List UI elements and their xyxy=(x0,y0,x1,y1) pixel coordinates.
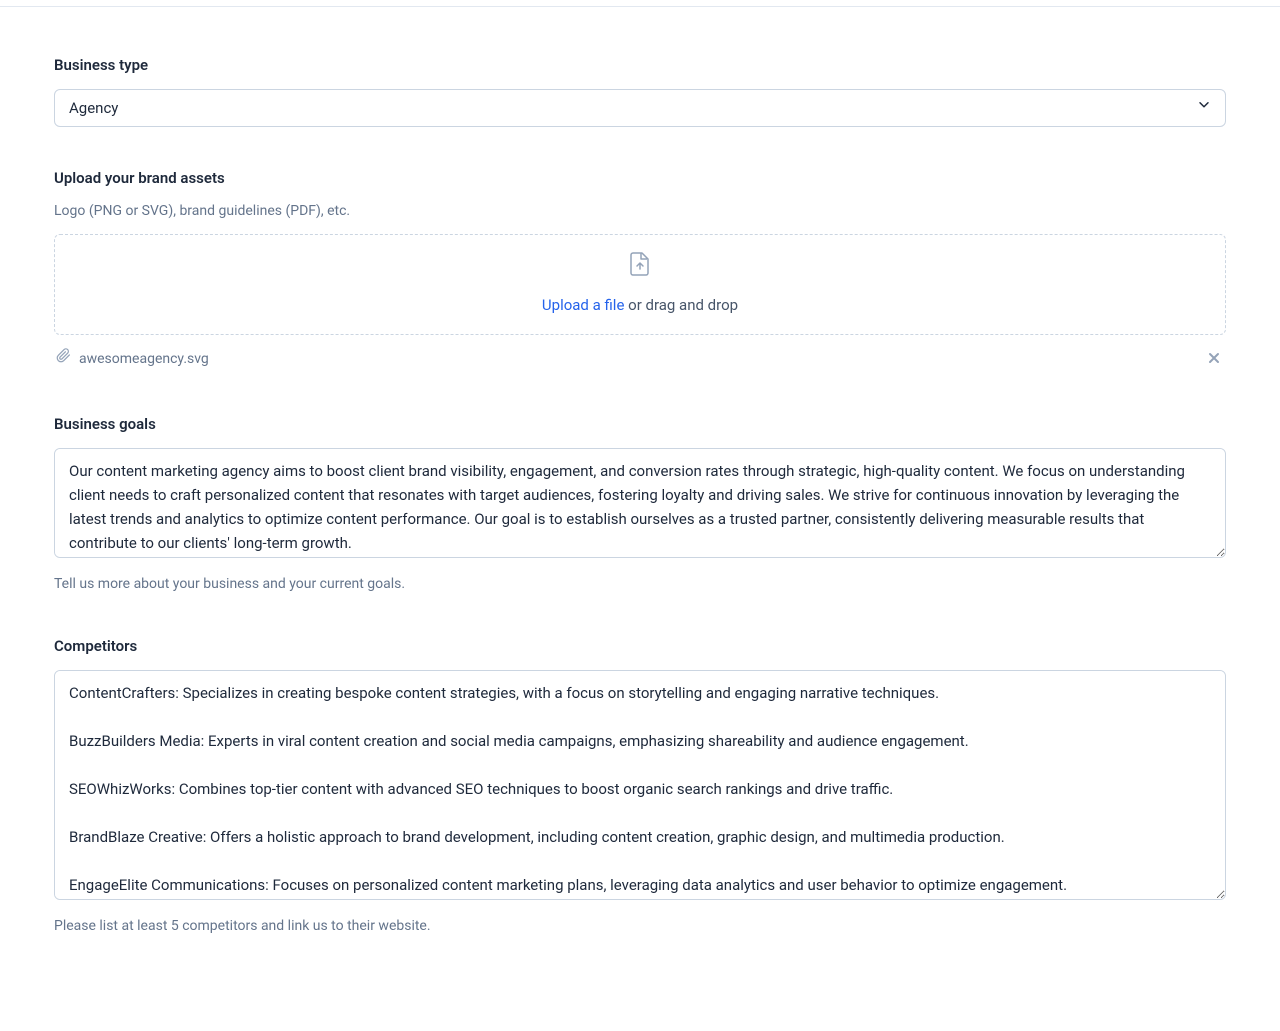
business-type-select[interactable]: Agency xyxy=(54,89,1226,127)
brand-assets-field: Upload your brand assets Logo (PNG or SV… xyxy=(54,167,1226,374)
upload-dropzone[interactable]: Upload a file or drag and drop xyxy=(54,234,1226,335)
competitors-label: Competitors xyxy=(54,635,1226,658)
business-type-select-wrapper: Agency xyxy=(54,89,1226,127)
remove-file-button[interactable] xyxy=(1204,345,1224,373)
upload-rest-text: or drag and drop xyxy=(624,296,738,314)
business-goals-field: Business goals Tell us more about your b… xyxy=(54,413,1226,595)
upload-text: Upload a file or drag and drop xyxy=(75,294,1205,317)
business-goals-helper: Tell us more about your business and you… xyxy=(54,574,1226,595)
business-type-field: Business type Agency xyxy=(54,54,1226,127)
competitors-field: Competitors Please list at least 5 compe… xyxy=(54,635,1226,937)
business-type-label: Business type xyxy=(54,54,1226,77)
upload-file-link[interactable]: Upload a file xyxy=(542,296,625,314)
divider xyxy=(0,6,1280,7)
file-upload-icon xyxy=(628,251,652,284)
attached-file-row: awesomeagency.svg xyxy=(54,335,1226,373)
competitors-helper: Please list at least 5 competitors and l… xyxy=(54,916,1226,937)
attached-file-name: awesomeagency.svg xyxy=(79,349,209,370)
business-goals-label: Business goals xyxy=(54,413,1226,436)
paperclip-icon xyxy=(56,348,71,370)
business-goals-textarea[interactable] xyxy=(54,448,1226,558)
brand-assets-sublabel: Logo (PNG or SVG), brand guidelines (PDF… xyxy=(54,201,1226,222)
brand-assets-label: Upload your brand assets xyxy=(54,167,1226,190)
attached-file-left: awesomeagency.svg xyxy=(56,348,209,370)
competitors-textarea[interactable] xyxy=(54,670,1226,900)
